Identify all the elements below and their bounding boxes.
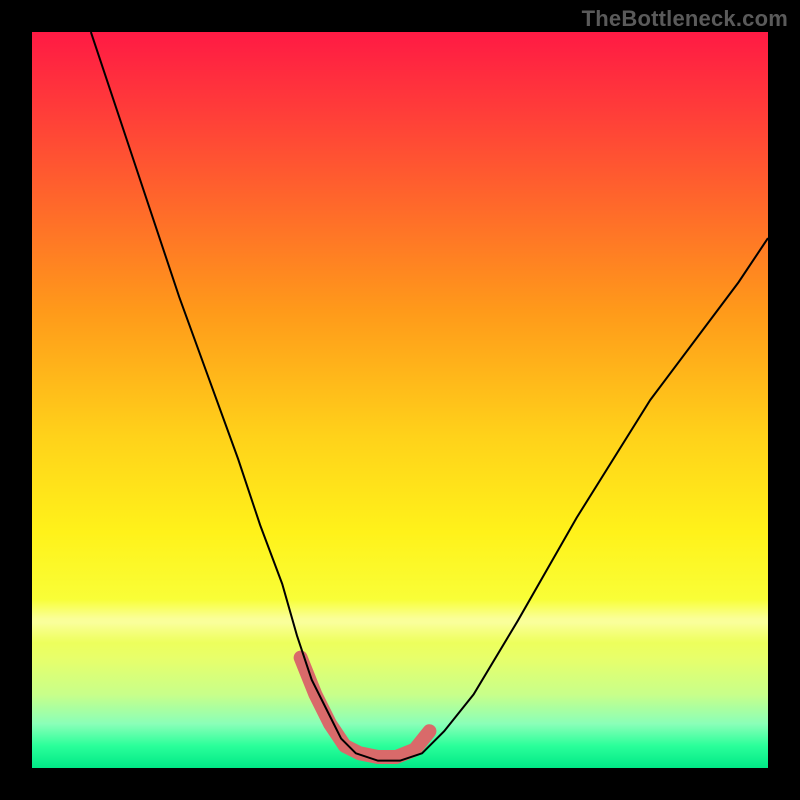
- highlight-path: [301, 658, 430, 757]
- curve-svg: [32, 32, 768, 768]
- watermark-text: TheBottleneck.com: [582, 6, 788, 32]
- plot-area: [32, 32, 768, 768]
- chart-frame: TheBottleneck.com: [0, 0, 800, 800]
- curve-path: [91, 32, 768, 761]
